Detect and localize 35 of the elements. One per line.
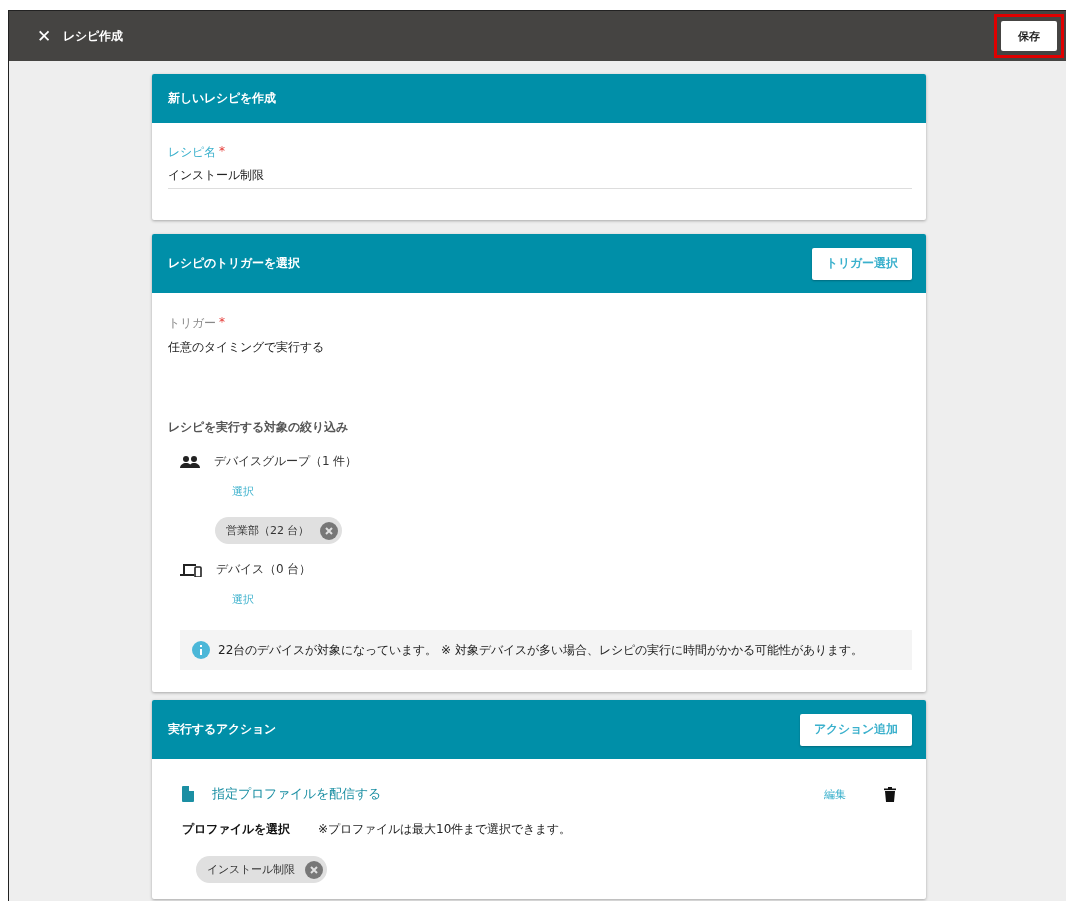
info-icon [192,641,210,659]
close-icon [309,864,319,875]
action-title: 指定プロファイルを配信する [212,785,382,803]
remove-chip-button[interactable] [319,521,338,540]
select-link[interactable]: 選択 [232,484,254,499]
required-mark: * [219,144,225,160]
delete-icon[interactable] [884,786,896,802]
devices-icon [180,562,202,577]
edit-link[interactable]: 編集 [824,786,846,802]
field-label: プロファイルを選択 [182,821,290,838]
field-label: トリガー [168,315,216,332]
target-label: デバイス（0 台） [216,561,312,578]
remove-chip-button[interactable] [305,860,323,879]
save-button[interactable]: 保存 [1001,21,1057,51]
add-action-button[interactable]: アクション追加 [800,713,912,746]
field-label: レシピ名 [168,144,216,161]
select-trigger-button[interactable]: トリガー選択 [812,247,912,280]
notice-text: 22台のデバイスが対象になっています。 ※ 対象デバイスが多い場合、レシピの実行に時間がかかる可能性があります。 [218,641,863,659]
recipe-name-field[interactable]: インストール制限 [168,163,912,189]
select-link[interactable]: 選択 [232,592,254,607]
required-mark: * [219,315,225,331]
chip: 営業部（22 台） [215,517,342,544]
card-title: レシピのトリガーを選択 [168,255,300,272]
section-title: レシピを実行する対象の絞り込み [168,419,349,436]
page-title: レシピ作成 [63,27,125,45]
document-icon [182,786,194,802]
trigger-value: 任意のタイミングで実行する [168,339,325,356]
target-label: デバイスグループ（1 件） [214,453,358,470]
chip: インストール制限 [196,856,327,883]
hint-text: ※プロファイルは最大10件まで選択できます。 [318,821,572,838]
card-title: 新しいレシピを作成 [168,90,276,107]
close-icon [323,525,334,536]
card-title: 実行するアクション [168,721,276,738]
people-icon [180,455,200,468]
close-button[interactable]: ✕ [37,26,52,46]
